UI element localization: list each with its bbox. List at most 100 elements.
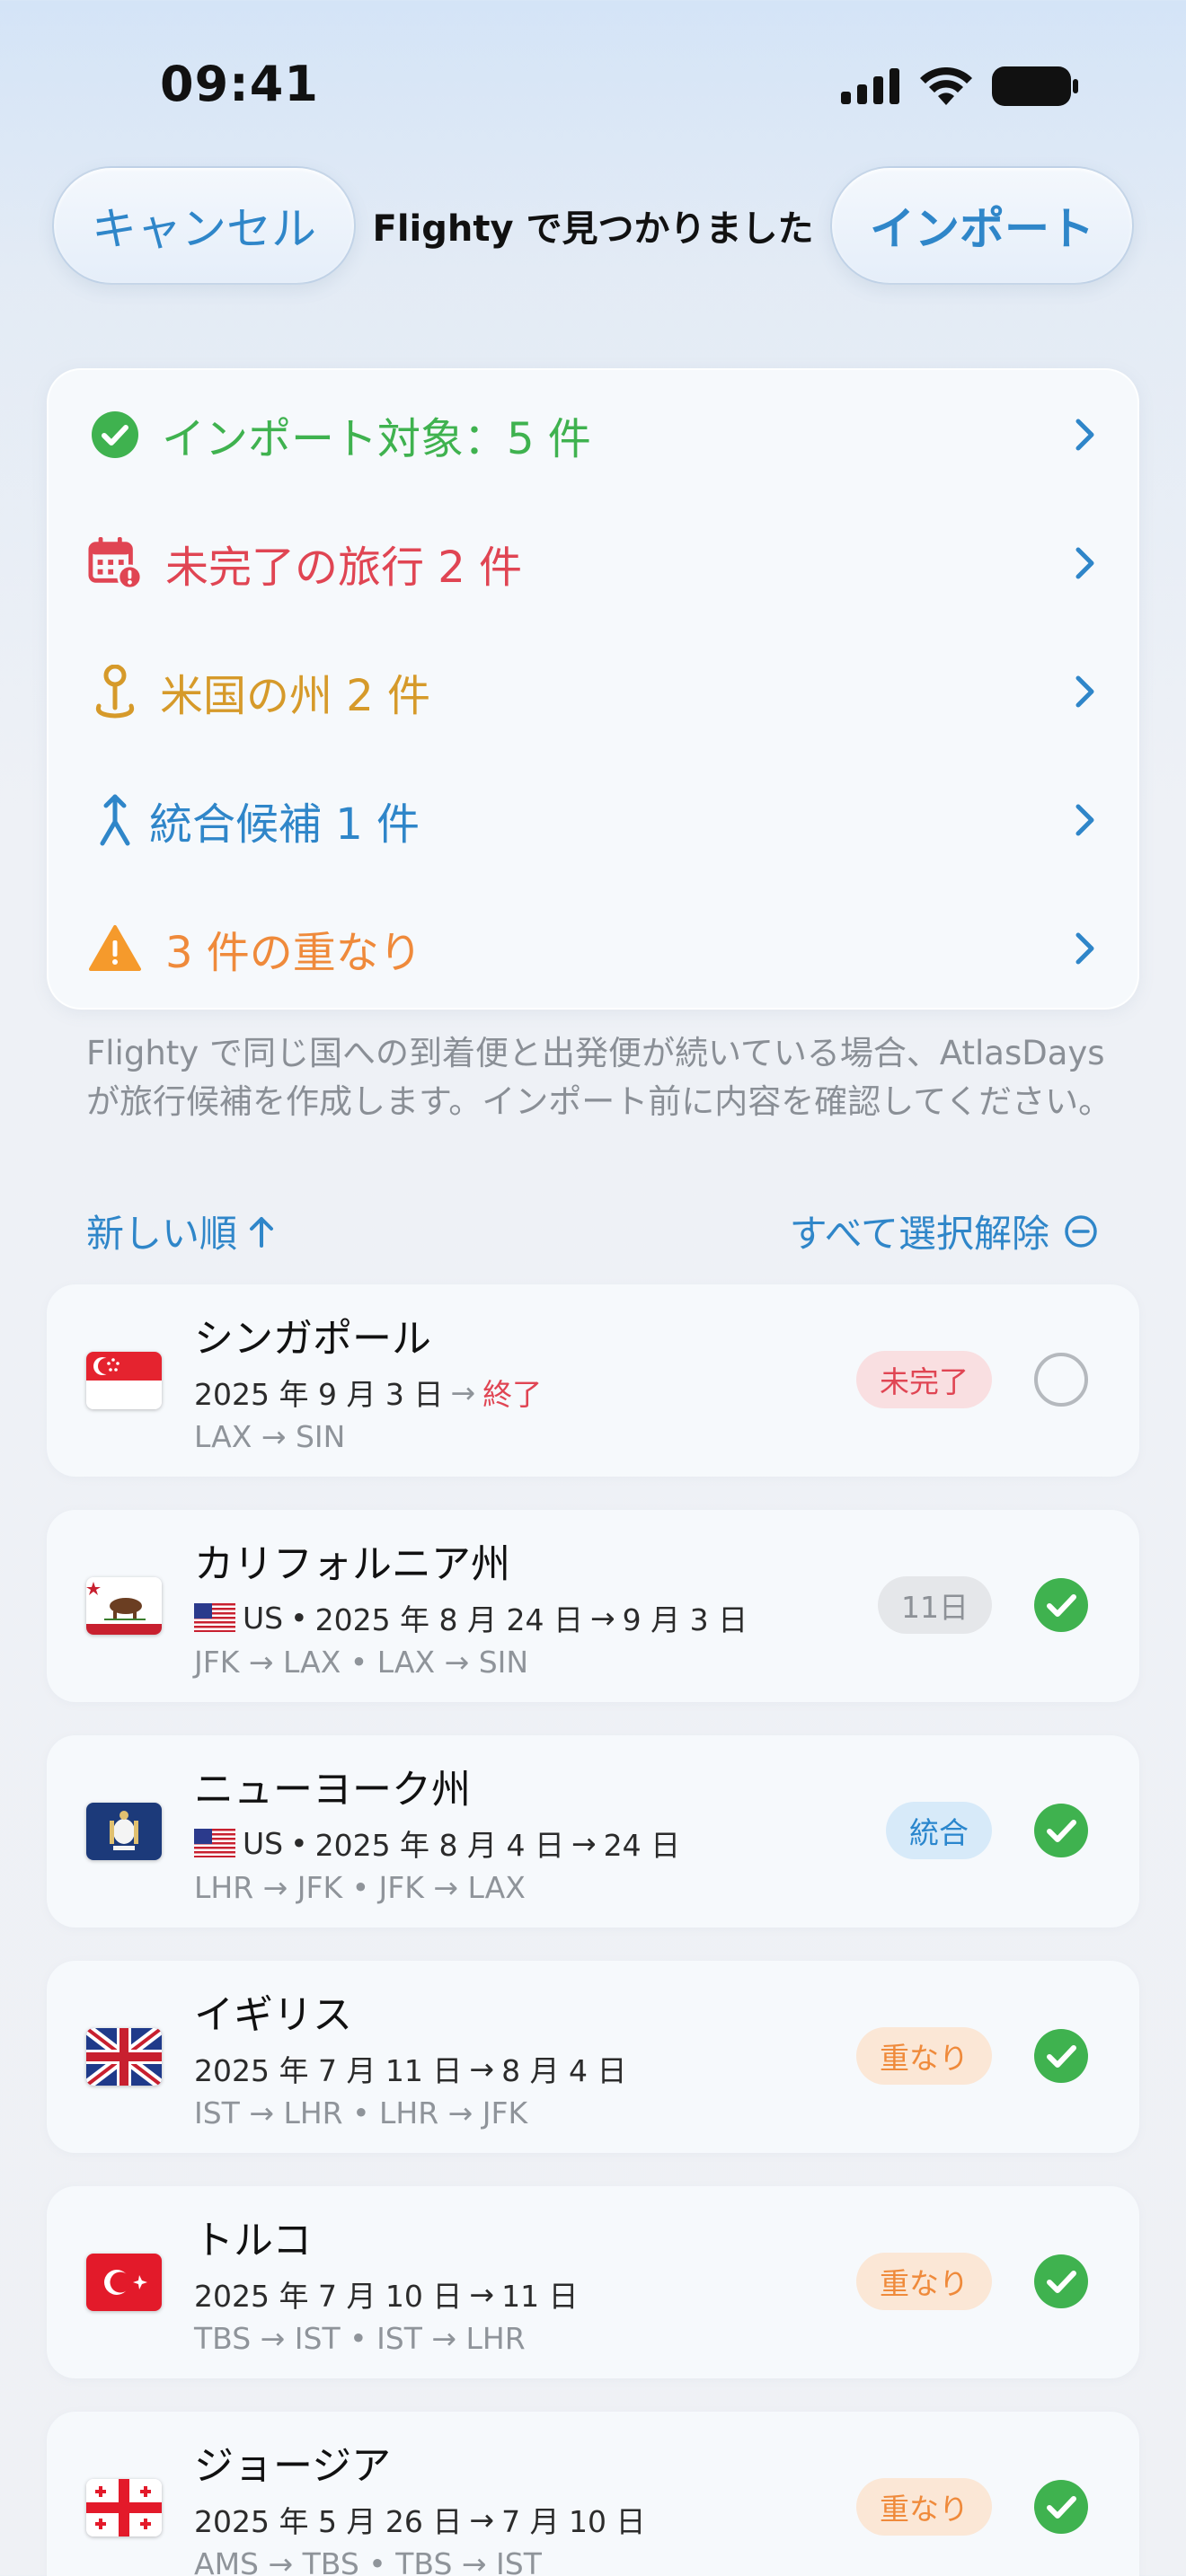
status-badge: 重なり (856, 2478, 992, 2536)
summary-row-import-count[interactable]: インポート対象：5 件 (49, 370, 1137, 498)
deselect-all-label: すべて選択解除 (789, 1212, 1049, 1256)
sort-order-button[interactable]: 新しい順 (86, 1204, 275, 1258)
trip-dates: US • 2025 年 8 月 24 日 → 9 月 3 日 (194, 1596, 748, 1639)
chevron-right-icon (1075, 675, 1094, 707)
trip-dates: US • 2025 年 8 月 4 日 → 24 日 (194, 1822, 680, 1865)
georgia-flag-icon (86, 2479, 162, 2536)
trip-date-start: 2025 年 5 月 26 日 (194, 2504, 463, 2539)
trip-date-start: 2025 年 8 月 4 日 (314, 1828, 565, 1863)
country-code: US (243, 1600, 284, 1636)
chevron-right-icon (1075, 547, 1094, 578)
wifi-icon (920, 67, 972, 105)
cellular-signal-icon (841, 68, 899, 104)
status-badge: 統合 (886, 1802, 992, 1859)
trip-date-start: 2025 年 8 月 24 日 (314, 1602, 583, 1637)
trip-date-start: 2025 年 7 月 10 日 (194, 2279, 463, 2314)
arrow-up-icon (250, 1216, 274, 1248)
arrow-right-icon: → (590, 1600, 615, 1636)
merge-arrow-icon (88, 793, 142, 847)
nav-title: Flighty で見つかりました (372, 208, 814, 250)
arrow-right-icon: → (571, 1825, 597, 1861)
chevron-right-icon (1075, 419, 1094, 450)
trip-name: ジョージア (194, 2443, 392, 2489)
singapore-flag-icon (86, 1352, 162, 1409)
status-badge: 重なり (856, 2253, 992, 2310)
new-york-flag-icon (86, 1803, 162, 1860)
chevron-right-icon (1075, 932, 1094, 964)
selected-check-icon[interactable] (1033, 1803, 1089, 1858)
status-bar: 09:41 (0, 0, 1186, 171)
trip-row[interactable]: カリフォルニア州 US • 2025 年 8 月 24 日 → 9 月 3 日 … (47, 1510, 1139, 1702)
nav-bar: キャンセル Flighty で見つかりました インポート (0, 166, 1186, 287)
trip-dates: 2025 年 5 月 26 日 → 7 月 10 日 (194, 2498, 646, 2541)
trip-date-end: 9 月 3 日 (622, 1602, 748, 1637)
trip-row[interactable]: トルコ 2025 年 7 月 10 日 → 11 日 TBS → IST • I… (47, 2186, 1139, 2378)
status-time: 09:41 (160, 56, 319, 112)
country-code: US (243, 1825, 284, 1861)
trip-date-end: 24 日 (603, 1828, 681, 1863)
import-footnote: Flighty で同じ国への到着便と出発便が続いている場合、AtlasDays … (86, 1034, 1112, 1121)
arrow-right-icon: → (469, 2276, 495, 2312)
us-flag-icon (194, 1829, 235, 1857)
summary-label: 米国の州 2 件 (160, 670, 431, 721)
cancel-button[interactable]: キャンセル (52, 166, 356, 285)
deselect-all-button[interactable]: すべて選択解除 (790, 1204, 1098, 1258)
trip-date-end: 終了 (482, 1377, 543, 1412)
trip-row[interactable]: イギリス 2025 年 7 月 11 日 → 8 月 4 日 IST → LHR… (47, 1961, 1139, 2153)
status-badge: 未完了 (856, 1351, 992, 1408)
import-button[interactable]: インポート (830, 166, 1134, 285)
arrow-right-icon: → (450, 1374, 476, 1410)
us-flag-icon (194, 1603, 235, 1632)
summary-label: 未完了の旅行 2 件 (165, 542, 523, 593)
trip-row[interactable]: ニューヨーク州 US • 2025 年 8 月 4 日 → 24 日 LHR →… (47, 1735, 1139, 1928)
trip-date-start: 2025 年 9 月 3 日 (194, 1377, 444, 1412)
separator-dot: • (290, 1600, 308, 1636)
selected-check-icon[interactable] (1033, 1577, 1089, 1633)
trip-name: シンガポール (194, 1316, 431, 1362)
trip-dates: 2025 年 7 月 11 日 → 8 月 4 日 (194, 2047, 627, 2090)
trip-route: IST → LHR • LHR → JFK (194, 2095, 528, 2130)
summary-label: 統合候補 1 件 (149, 798, 420, 850)
summary-row-merge-candidates[interactable]: 統合候補 1 件 (49, 755, 1137, 884)
trip-route: LAX → SIN (194, 1419, 346, 1454)
trip-route: TBS → IST • IST → LHR (194, 2321, 526, 2356)
uk-flag-icon (86, 2028, 162, 2086)
minus-circle-icon (1065, 1214, 1097, 1248)
turkey-flag-icon (86, 2254, 162, 2311)
summary-row-overlaps[interactable]: 3 件の重なり (49, 884, 1137, 1012)
trip-date-end: 7 月 10 日 (501, 2504, 646, 2539)
map-pin-icon (88, 664, 142, 719)
status-badge: 11日 (878, 1576, 992, 1634)
import-summary-card: インポート対象：5 件 未完了の旅行 2 件 米国の州 2 件 統合候補 1 件… (47, 368, 1139, 1010)
trip-row[interactable]: ジョージア 2025 年 5 月 26 日 → 7 月 10 日 AMS → T… (47, 2412, 1139, 2576)
summary-row-incomplete-trips[interactable]: 未完了の旅行 2 件 (49, 498, 1137, 627)
trip-dates: 2025 年 9 月 3 日 → 終了 (194, 1371, 542, 1414)
status-icons (841, 66, 1078, 106)
status-badge: 重なり (856, 2027, 992, 2085)
selected-check-icon[interactable] (1033, 2479, 1089, 2535)
sort-order-label: 新しい順 (86, 1212, 238, 1256)
calendar-alert-icon (88, 536, 142, 590)
arrow-right-icon: → (469, 2051, 495, 2086)
summary-row-us-states[interactable]: 米国の州 2 件 (49, 627, 1137, 755)
separator-dot: • (290, 1825, 308, 1861)
trip-name: イギリス (194, 1992, 352, 2038)
warning-triangle-icon (88, 922, 142, 975)
sort-bar: 新しい順 すべて選択解除 (0, 1204, 1186, 1266)
california-flag-icon (86, 1577, 162, 1635)
chevron-right-icon (1075, 804, 1094, 835)
trip-row[interactable]: シンガポール 2025 年 9 月 3 日 → 終了 LAX → SIN 未完了 (47, 1284, 1139, 1477)
check-circle-icon (88, 408, 142, 462)
arrow-right-icon: → (469, 2501, 495, 2537)
selected-check-icon[interactable] (1033, 2028, 1089, 2084)
trip-name: トルコ (194, 2218, 313, 2263)
trip-name: カリフォルニア州 (194, 1541, 510, 1587)
battery-icon (992, 66, 1078, 106)
summary-label: 3 件の重なり (165, 927, 422, 978)
trip-route: JFK → LAX • LAX → SIN (194, 1645, 529, 1680)
selected-check-icon[interactable] (1033, 2254, 1089, 2309)
trip-date-start: 2025 年 7 月 11 日 (194, 2053, 463, 2088)
trip-date-end: 11 日 (501, 2279, 579, 2314)
unselected-circle-icon[interactable] (1033, 1352, 1089, 1407)
trip-dates: 2025 年 7 月 10 日 → 11 日 (194, 2272, 579, 2316)
